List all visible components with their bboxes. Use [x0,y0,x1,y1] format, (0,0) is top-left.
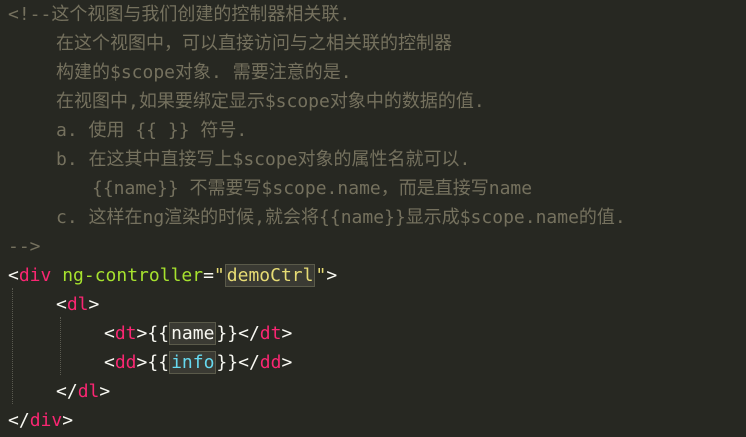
div-close-gt: > [62,410,74,431]
attr-quote-close: " [315,265,327,286]
dt-line: <dt>{{name}}</dt> [0,319,746,348]
dd-close-gt: > [281,352,293,373]
dt-close-tag-name: dt [259,323,282,344]
dd-line: <dd>{{info}}</dd> [0,348,746,377]
div-open-line: <div ng-controller=" demoCtrl "> [0,261,746,290]
div-tag-name: div [18,265,52,286]
comment-line-5: a. 使用 {{ }} 符号. [56,120,248,141]
dd-open-gt: > [136,352,148,373]
dl-close-gt: > [99,381,111,402]
dl-close-tag-name: dl [77,381,100,402]
dt-tag-name: dt [114,323,137,344]
div-close-tag-name: div [29,410,63,431]
comment-line-2: 在这个视图中，可以直接访问与之相关联的控制器 [56,33,452,54]
dt-open-gt: > [136,323,148,344]
attr-equals: = [203,265,214,286]
div-open-lt: < [8,265,19,286]
dt-close-lt: </ [238,323,260,344]
comment-line-7: {{name}} 不需要写$scope.name，而是直接写name [92,178,533,199]
comment-line-4: 在视图中,如果要绑定显示$scope对象中的数据的值. [56,91,485,112]
dl-close-lt: </ [56,381,78,402]
code-editor[interactable]: <!--这个视图与我们创建的控制器相关联. 在这个视图中，可以直接访问与之相关联… [0,0,746,437]
dt-open-lt: < [104,323,115,344]
indent-guide-inner [60,317,61,375]
dd-close-lt: </ [238,352,260,373]
dt-expression: name [169,322,217,345]
comment-line-9: --> [8,236,41,257]
attr-quote-open: " [213,265,225,286]
div-close-line: </div> [0,406,746,435]
dl-open-lt: < [56,294,67,315]
comment-line-6: b. 在这其中直接写上$scope对象的属性名就可以. [56,149,471,170]
ng-controller-attr: ng-controller [51,265,204,286]
comment-line-3: 构建的$scope对象. 需要注意的是. [56,62,352,83]
dl-close-line: </dl> [0,377,746,406]
controller-name-value: demoCtrl [224,264,316,287]
comment-line-1: <!--这个视图与我们创建的控制器相关联. [8,4,351,25]
dl-tag-name: dl [66,294,89,315]
dd-close-tag-name: dd [259,352,282,373]
dd-open-lt: < [104,352,115,373]
comment-line-8: c. 这样在ng渲染的时候,就会将{{name}}显示成$scope.name的… [56,207,626,228]
dd-expr-close-brace: }} [216,352,239,373]
dt-expr-open-brace: {{ [147,323,170,344]
dt-expr-close-brace: }} [216,323,239,344]
dd-expr-open-brace: {{ [147,352,170,373]
dl-open-line: <dl> [0,290,746,319]
dt-close-gt: > [281,323,293,344]
dd-expression: info [169,351,217,374]
div-open-gt: > [326,265,338,286]
div-close-lt: </ [8,410,30,431]
indent-guide-outer [12,288,13,404]
dl-open-gt: > [88,294,100,315]
dd-tag-name: dd [114,352,137,373]
